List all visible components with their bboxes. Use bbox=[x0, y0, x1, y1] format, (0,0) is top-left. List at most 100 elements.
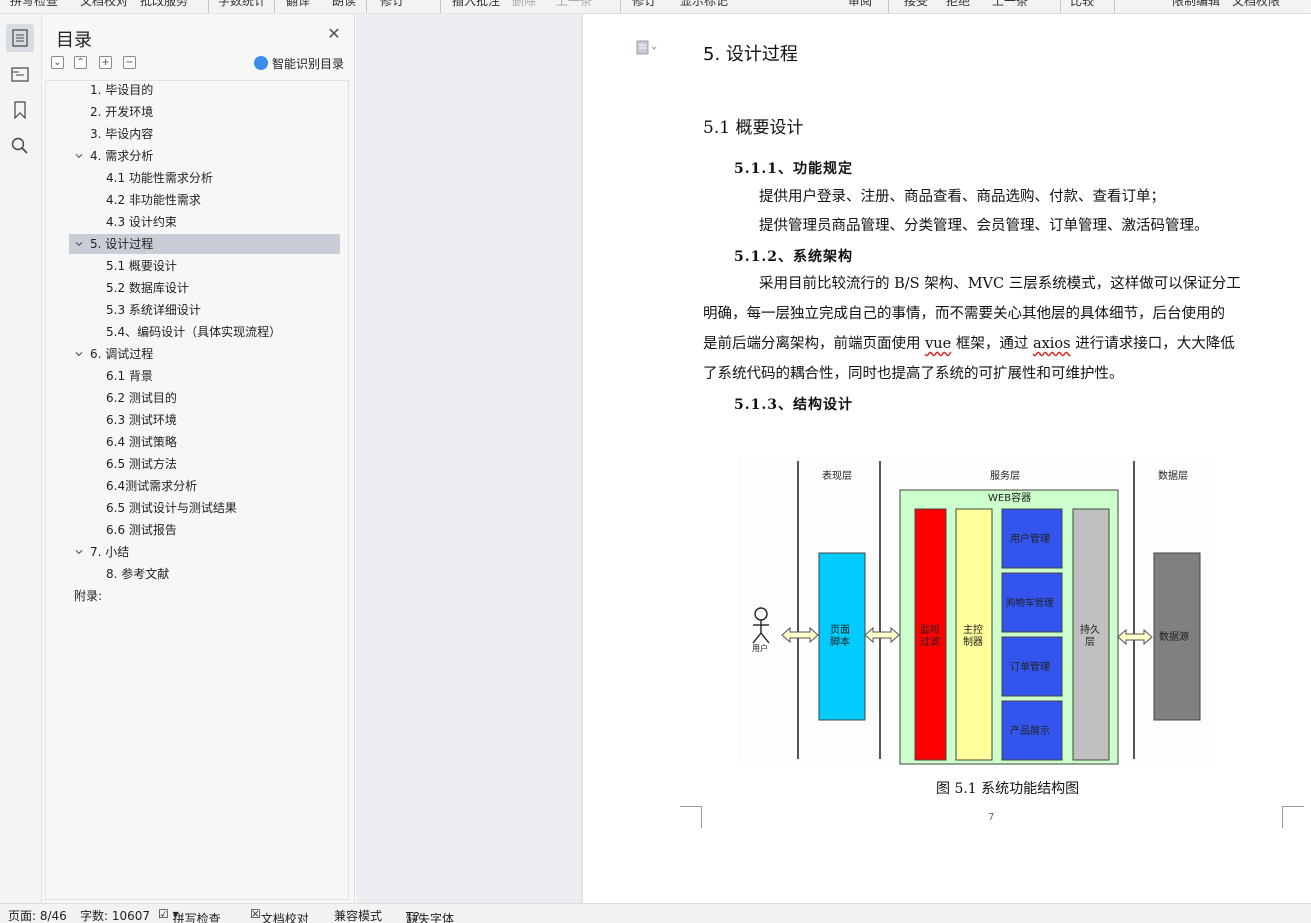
ribbon-delete[interactable]: 删除 bbox=[512, 0, 536, 9]
expand-all-icon[interactable]: ⌄ bbox=[51, 56, 64, 69]
navigation-icon[interactable] bbox=[6, 60, 34, 88]
toc-item-label: 2. 开发环境 bbox=[90, 105, 154, 119]
paragraph: 是前后端分离架构，前端页面使用 vue 框架，通过 axios 进行请求接口，大… bbox=[703, 336, 1235, 352]
word-count[interactable]: 字数: 10607 bbox=[80, 907, 150, 923]
ribbon-track[interactable]: 修订 bbox=[632, 0, 656, 9]
user-label: 用户 bbox=[752, 643, 768, 653]
ribbon-proofread[interactable]: 文档校对 bbox=[80, 0, 128, 9]
listener-label-1: 监听 bbox=[920, 623, 940, 636]
toc-item[interactable]: 1. 毕设目的 bbox=[69, 80, 340, 100]
toc-item[interactable]: 4. 需求分析 bbox=[69, 146, 340, 166]
figure-caption: 图 5.1 系统功能结构图 bbox=[936, 781, 1080, 797]
heading-architecture: 5.1.2、系统架构 bbox=[734, 249, 853, 265]
toc-item-label: 3. 毕设内容 bbox=[90, 127, 154, 141]
page-outline-icon[interactable] bbox=[636, 40, 658, 56]
toc-item[interactable]: 5.1 概要设计 bbox=[69, 256, 340, 276]
toc-item[interactable]: 8. 参考文献 bbox=[69, 564, 340, 584]
module-label: 订单管理 bbox=[1010, 660, 1050, 673]
toc-item-label: 6.6 测试报告 bbox=[106, 523, 177, 537]
crop-mark bbox=[680, 806, 702, 828]
crop-mark bbox=[1282, 806, 1304, 828]
chevron-down-icon[interactable] bbox=[75, 240, 83, 248]
toc-item[interactable]: 3. 毕设内容 bbox=[69, 124, 340, 144]
toc-item[interactable]: 7. 小结 bbox=[69, 542, 340, 562]
toc-item[interactable]: 5.2 数据库设计 bbox=[69, 278, 340, 298]
toc-item-label: 6.1 背景 bbox=[106, 369, 153, 383]
remove-heading-icon[interactable]: − bbox=[123, 56, 136, 69]
paragraph: 明确，每一层独立完成自己的事情，而不需要关心其他层的具体细节，后台使用的 bbox=[703, 306, 1225, 322]
toc-item[interactable]: 6.4 测试策略 bbox=[69, 432, 340, 452]
bookmark-icon[interactable] bbox=[6, 96, 34, 124]
toc-item-label: 6. 调试过程 bbox=[90, 347, 154, 361]
chevron-down-icon[interactable] bbox=[75, 548, 83, 556]
ribbon-spellcheck[interactable]: 拼写检查 bbox=[10, 0, 58, 9]
toc-item-label: 4.2 非功能性需求 bbox=[106, 193, 201, 207]
spellcheck-toggle[interactable]: ☑ 拼写检查 ▾ bbox=[158, 907, 221, 923]
page-indicator[interactable]: 页面: 8/46 bbox=[8, 907, 67, 923]
search-icon[interactable] bbox=[6, 132, 34, 160]
spelling-error[interactable]: vue bbox=[925, 336, 951, 352]
proofread-button[interactable]: ☒ 文档校对 bbox=[250, 907, 309, 923]
ribbon-translate[interactable]: 翻译 bbox=[286, 0, 310, 9]
ribbon-read[interactable]: 朗读 bbox=[332, 0, 356, 9]
ribbon-insert-comment[interactable]: 插入批注 bbox=[452, 0, 500, 9]
controller-label-1: 主控 bbox=[963, 623, 983, 636]
compat-mode[interactable]: 兼容模式 bbox=[334, 907, 382, 923]
paragraph: 提供用户登录、注册、商品查看、商品选购、付款、查看订单； bbox=[759, 189, 1165, 205]
toc-item[interactable]: 6.4测试需求分析 bbox=[69, 476, 340, 496]
toc-item-label: 5. 设计过程 bbox=[90, 237, 154, 251]
toc-item-label: 6.3 测试环境 bbox=[106, 413, 177, 427]
ribbon-review-service[interactable]: 批改服务 bbox=[140, 0, 188, 9]
toc-item[interactable]: 6. 调试过程 bbox=[69, 344, 340, 364]
ribbon-wordcount[interactable]: 字数统计 bbox=[218, 0, 266, 9]
add-heading-icon[interactable]: + bbox=[99, 56, 112, 69]
heading-overview: 5.1 概要设计 bbox=[703, 118, 804, 138]
toc-item-label: 4.1 功能性需求分析 bbox=[106, 171, 213, 185]
user-figure bbox=[752, 607, 770, 644]
paragraph: 提供管理员商品管理、分类管理、会员管理、订单管理、激活码管理。 bbox=[759, 218, 1209, 234]
datasource-label: 数据源 bbox=[1159, 630, 1189, 643]
persistence-label-2: 层 bbox=[1085, 636, 1095, 648]
ribbon-compare[interactable]: 比较 bbox=[1070, 0, 1094, 9]
toc-item[interactable]: 6.5 测试方法 bbox=[69, 454, 340, 474]
toc-item[interactable]: 5.3 系统详细设计 bbox=[69, 300, 340, 320]
ribbon-restrict[interactable]: 限制编辑 bbox=[1172, 0, 1220, 9]
ribbon-show-markup[interactable]: 显示标记 bbox=[680, 0, 728, 9]
ai-icon bbox=[254, 56, 268, 70]
controller-label-2: 制器 bbox=[963, 635, 983, 648]
chevron-down-icon[interactable] bbox=[75, 152, 83, 160]
page-script-label-1: 页面 bbox=[830, 624, 850, 636]
collapse-all-icon[interactable]: ⌃ bbox=[74, 56, 87, 69]
toc-item[interactable]: 5.4、编码设计（具体实现流程） bbox=[69, 322, 340, 342]
ribbon-permission[interactable]: 文档权限 bbox=[1232, 0, 1280, 9]
toc-item[interactable]: 5. 设计过程 bbox=[69, 234, 340, 254]
toc-item[interactable]: 2. 开发环境 bbox=[69, 102, 340, 122]
module-label: 产品展示 bbox=[1010, 724, 1050, 737]
toc-item[interactable]: 6.3 测试环境 bbox=[69, 410, 340, 430]
chevron-down-icon[interactable] bbox=[75, 350, 83, 358]
smart-toc-label: 智能识别目录 bbox=[272, 56, 345, 71]
toc-item-label: 5.4、编码设计（具体实现流程） bbox=[106, 325, 282, 339]
toc-item[interactable]: 4.1 功能性需求分析 bbox=[69, 168, 340, 188]
web-container-label: WEB容器 bbox=[988, 491, 1031, 504]
toc-item[interactable]: 4.2 非功能性需求 bbox=[69, 190, 340, 210]
toc-item[interactable]: 附录: bbox=[69, 586, 340, 606]
toc-item-label: 1. 毕设目的 bbox=[90, 83, 154, 97]
page-script-label-2: 脚本 bbox=[830, 635, 850, 648]
ribbon-accept[interactable]: 接受 bbox=[904, 0, 928, 9]
ribbon-review[interactable]: 审阅 bbox=[848, 0, 872, 9]
toc-item[interactable]: 6.2 测试目的 bbox=[69, 388, 340, 408]
ribbon-prev-change[interactable]: 上一条 bbox=[992, 0, 1028, 9]
close-icon[interactable]: ✕ bbox=[326, 26, 342, 42]
spelling-error[interactable]: axios bbox=[1033, 336, 1071, 352]
toc-item[interactable]: 6.5 测试设计与测试结果 bbox=[69, 498, 340, 518]
page-number: 7 bbox=[988, 812, 995, 823]
toc-item[interactable]: 6.1 背景 bbox=[69, 366, 340, 386]
toc-item[interactable]: 4.3 设计约束 bbox=[69, 212, 340, 232]
toc-item[interactable]: 6.6 测试报告 bbox=[69, 520, 340, 540]
toc-icon[interactable] bbox=[6, 24, 34, 52]
smart-toc-button[interactable]: 智能识别目录 bbox=[254, 55, 344, 71]
ribbon-prev[interactable]: 上一条 bbox=[556, 0, 592, 9]
ribbon-revise[interactable]: 修订 bbox=[380, 0, 404, 9]
ribbon-reject[interactable]: 拒绝 bbox=[946, 0, 970, 9]
